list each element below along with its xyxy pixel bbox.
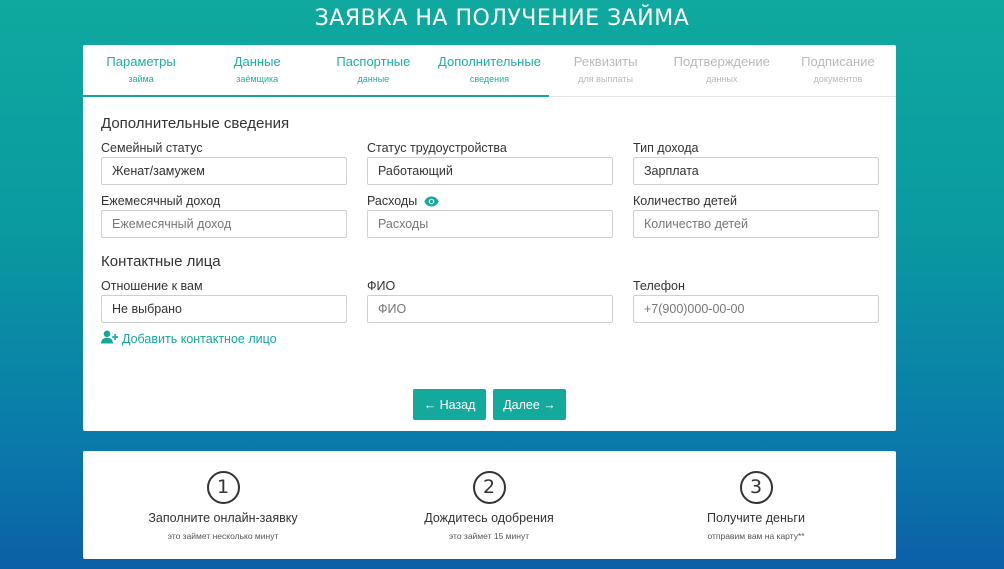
info-step-subtitle: это займет 15 минут — [448, 531, 530, 541]
active-step-progress-bar — [83, 95, 549, 97]
employment-status-select[interactable]: Работающий — [367, 157, 613, 185]
expenses-input[interactable] — [367, 210, 613, 238]
income-type-label: Тип дохода — [633, 141, 699, 155]
children-count-input[interactable] — [633, 210, 879, 238]
step-label: Подтверждение — [673, 54, 770, 69]
monthly-income-label: Ежемесячный доход — [101, 194, 221, 208]
income-type-select[interactable]: Зарплата — [633, 157, 879, 185]
step-sublabel: заёмщика — [236, 74, 279, 84]
step-number-circle: 1 — [206, 471, 240, 504]
add-contact-link[interactable]: Добавить контактное лицо — [101, 330, 277, 347]
relation-select[interactable]: Не выбрано — [101, 295, 347, 323]
info-step-title: Дождитесь одобрения — [424, 511, 554, 525]
step-number-circle: 3 — [739, 471, 773, 504]
page-title: ЗАЯВКА НА ПОЛУЧЕНИЕ ЗАЙМА — [314, 6, 690, 31]
children-count-label: Количество детей — [633, 194, 737, 208]
fio-input[interactable] — [367, 295, 613, 323]
step-sublabel: займа — [128, 74, 154, 84]
back-button[interactable]: ← Назад — [413, 389, 486, 420]
add-contact-label: Добавить контактное лицо — [122, 331, 277, 346]
info-step-title: Получите деньги — [707, 511, 805, 525]
step-additional-info[interactable]: Дополнительные сведения — [431, 45, 547, 96]
step-sublabel: сведения — [469, 74, 510, 84]
phone-label: Телефон — [633, 279, 685, 293]
step-sublabel: данные — [357, 74, 390, 84]
info-step-3: 3 Получите деньги отправим вам на карту*… — [626, 471, 886, 541]
step-data-confirmation[interactable]: Подтверждение данных — [664, 45, 780, 96]
phone-input[interactable] — [633, 295, 879, 323]
info-step-subtitle: это займет несколько минут — [167, 531, 279, 541]
steps-nav: Параметры займа Данные заёмщика Паспортн… — [83, 45, 896, 97]
step-number-circle: 2 — [472, 471, 506, 504]
family-status-select[interactable]: Женат/замужем — [101, 157, 347, 185]
contacts-title: Контактные лица — [101, 253, 221, 270]
family-status-label: Семейный статус — [101, 141, 203, 155]
step-label: Подписание — [801, 54, 875, 69]
info-step-2: 2 Дождитесь одобрения это займет 15 мину… — [359, 471, 619, 541]
add-user-icon — [101, 330, 119, 347]
step-sublabel: документов — [813, 74, 863, 84]
loan-form-card: Параметры займа Данные заёмщика Паспортн… — [83, 45, 896, 431]
employment-status-label: Статус трудоустройства — [367, 141, 507, 155]
step-payment-details[interactable]: Реквизиты для выплаты — [548, 45, 664, 96]
eye-icon[interactable] — [423, 196, 439, 210]
step-loan-params[interactable]: Параметры займа — [83, 45, 199, 96]
additional-info-title: Дополнительные сведения — [101, 115, 290, 132]
step-label: Паспортные — [336, 54, 411, 69]
fio-label: ФИО — [367, 279, 396, 293]
step-passport-data[interactable]: Паспортные данные — [315, 45, 431, 96]
expenses-label-wrap: Расходы — [367, 194, 439, 210]
step-label: Реквизиты — [573, 54, 638, 69]
step-sublabel: для выплаты — [578, 74, 633, 84]
step-borrower-data[interactable]: Данные заёмщика — [199, 45, 315, 96]
relation-label: Отношение к вам — [101, 279, 203, 293]
step-label: Параметры — [106, 54, 176, 69]
how-it-works-card: 1 Заполните онлайн-заявку это займет нес… — [83, 451, 896, 559]
monthly-income-input[interactable] — [101, 210, 347, 238]
step-label: Данные — [233, 54, 281, 69]
info-step-subtitle: отправим вам на карту** — [707, 531, 805, 541]
expenses-label: Расходы — [367, 194, 418, 208]
step-sublabel: данных — [706, 74, 738, 84]
info-step-title: Заполните онлайн-заявку — [148, 511, 298, 525]
step-label: Дополнительные — [438, 54, 541, 69]
step-documents-signing[interactable]: Подписание документов — [780, 45, 896, 96]
info-step-1: 1 Заполните онлайн-заявку это займет нес… — [93, 471, 353, 541]
next-button[interactable]: Далее → — [493, 389, 566, 420]
